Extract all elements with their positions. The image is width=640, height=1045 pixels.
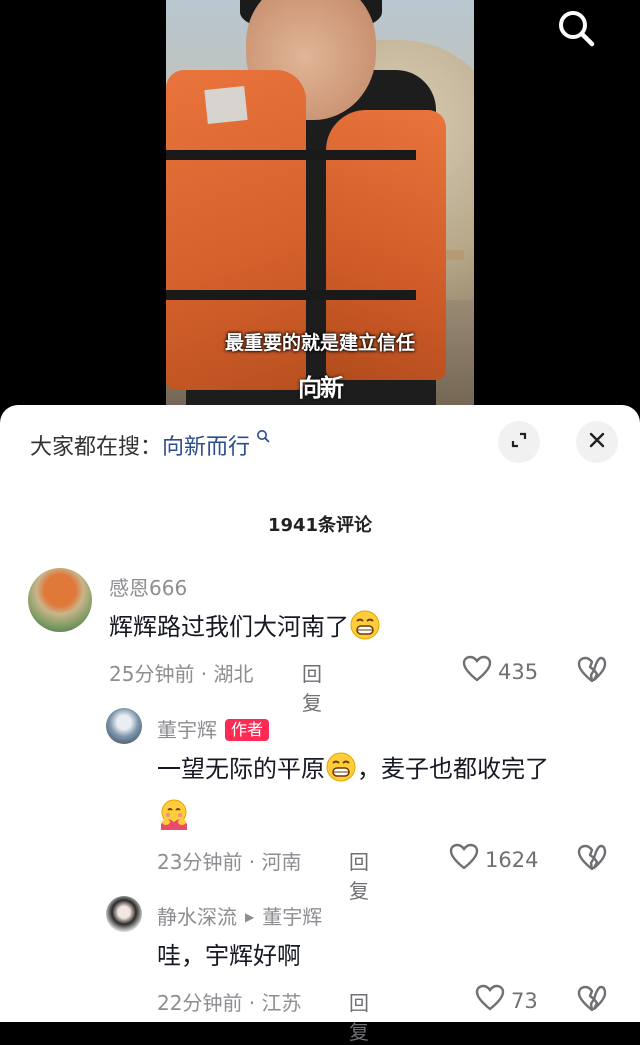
comment-username[interactable]: 感恩666 bbox=[109, 572, 187, 601]
heart-icon bbox=[462, 655, 492, 688]
trending-search[interactable]: 大家都在搜：向新而行 bbox=[30, 429, 270, 461]
search-small-icon bbox=[252, 430, 270, 447]
close-icon bbox=[587, 430, 607, 454]
video-subtitle: 最重要的就是建立信任 bbox=[224, 332, 415, 354]
close-button[interactable] bbox=[576, 421, 618, 463]
username-text: 董宇辉 bbox=[157, 718, 217, 742]
heart-icon bbox=[475, 984, 505, 1017]
comment-username[interactable]: 董宇辉 作者 bbox=[157, 714, 270, 743]
grin-emoji-icon bbox=[349, 609, 381, 641]
trending-label: 大家都在搜： bbox=[30, 435, 163, 460]
avatar[interactable] bbox=[106, 896, 142, 932]
comment-text: 哇，宇辉好啊 bbox=[157, 942, 301, 970]
heart-icon bbox=[449, 843, 479, 876]
like-button[interactable]: 435 bbox=[462, 655, 538, 688]
comment-time-location: 25分钟前 · 湖北 bbox=[109, 662, 254, 686]
expand-icon bbox=[509, 430, 529, 454]
avatar[interactable] bbox=[28, 568, 92, 632]
comment-text-content: 辉辉路过我们大河南了 bbox=[109, 613, 349, 641]
dislike-button[interactable] bbox=[577, 985, 607, 1017]
comment-text-part: 一望无际的平原 bbox=[157, 755, 325, 783]
like-count: 73 bbox=[511, 988, 538, 1013]
comment-time-location: 22分钟前 · 江苏 bbox=[157, 991, 302, 1015]
hug-emoji-icon bbox=[157, 798, 191, 832]
comment-count: 1941条评论 bbox=[267, 515, 373, 536]
author-badge: 作者 bbox=[225, 719, 270, 741]
avatar[interactable] bbox=[106, 708, 142, 744]
comment-time-location: 23分钟前 · 河南 bbox=[157, 850, 302, 874]
comment-text-line2 bbox=[157, 798, 191, 835]
username-text: 静水深流 bbox=[157, 905, 237, 929]
search-icon[interactable] bbox=[554, 6, 598, 50]
reply-button[interactable]: 回复 bbox=[302, 658, 322, 716]
broken-heart-icon bbox=[577, 985, 607, 1017]
like-count: 435 bbox=[498, 659, 539, 684]
like-button[interactable]: 1624 bbox=[449, 843, 538, 876]
broken-heart-icon bbox=[577, 844, 607, 876]
reply-to-username[interactable]: 董宇辉 bbox=[262, 905, 322, 929]
reply-button[interactable]: 回复 bbox=[349, 846, 369, 904]
comment-text: 辉辉路过我们大河南了 bbox=[109, 609, 381, 644]
like-count: 1624 bbox=[485, 847, 539, 872]
broken-heart-icon bbox=[577, 656, 607, 688]
comment-text: 一望无际的平原 ，麦子也都收完了 bbox=[157, 751, 549, 786]
trending-query-link[interactable]: 向新而行 bbox=[162, 435, 250, 460]
expand-button[interactable] bbox=[498, 421, 540, 463]
video-frame: 最重要的就是建立信任 向新 bbox=[166, 0, 474, 420]
reply-arrow-icon: ▶ bbox=[245, 910, 255, 924]
like-button[interactable]: 73 bbox=[475, 984, 538, 1017]
comment-sheet: 大家都在搜：向新而行 1941条评论 感恩666 辉辉路过我们大河南了 25分钟… bbox=[0, 405, 640, 1044]
dislike-button[interactable] bbox=[577, 656, 607, 688]
reply-button[interactable]: 回复 bbox=[349, 987, 369, 1045]
comment-username[interactable]: 静水深流 ▶ 董宇辉 bbox=[157, 901, 322, 930]
grin-emoji-icon bbox=[325, 751, 357, 783]
dislike-button[interactable] bbox=[577, 844, 607, 876]
comment-text-part: ，麦子也都收完了 bbox=[357, 755, 549, 783]
video-player[interactable]: 最重要的就是建立信任 向新 bbox=[0, 0, 640, 420]
video-logo: 向新 bbox=[298, 374, 344, 402]
